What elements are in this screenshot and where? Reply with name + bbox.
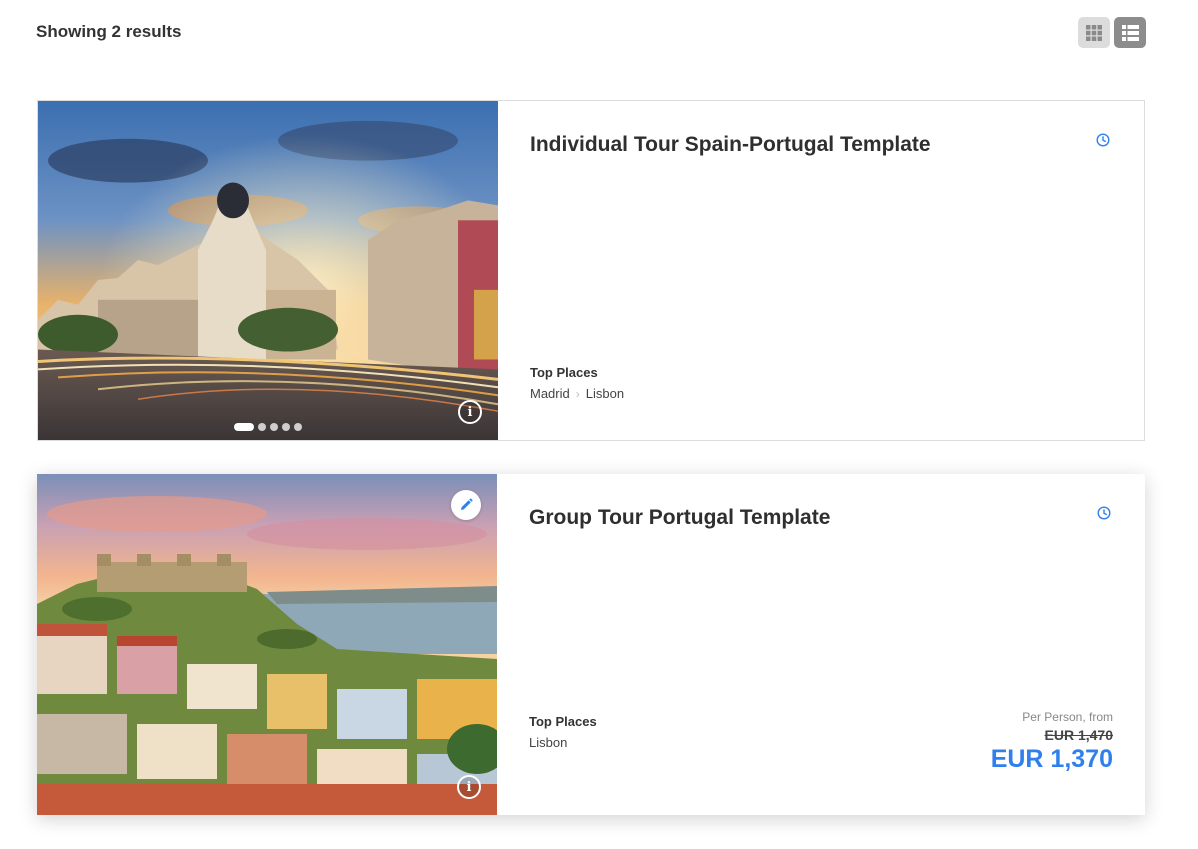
chevron-right-icon: ›	[575, 386, 580, 401]
carousel-dots	[234, 423, 302, 431]
carousel-dot[interactable]	[270, 423, 278, 431]
pencil-icon	[461, 498, 473, 510]
info-icon[interactable]: i	[457, 775, 481, 799]
places-route: Lisbon	[529, 735, 597, 750]
original-price: EUR 1,470	[1044, 727, 1113, 743]
place-name: Lisbon	[585, 386, 625, 401]
clock-icon[interactable]	[1096, 133, 1110, 147]
price-box: Per Person, from EUR 1,470 EUR 1,370	[991, 710, 1113, 774]
grid-view-button[interactable]	[1078, 17, 1110, 48]
top-places: Top Places Lisbon	[529, 714, 597, 750]
place-name: Madrid	[530, 386, 570, 401]
place-name: Lisbon	[529, 735, 568, 750]
list-view-button[interactable]	[1114, 17, 1146, 48]
view-toggle	[1078, 17, 1146, 48]
list-icon	[1121, 24, 1139, 41]
info-icon[interactable]: i	[458, 400, 482, 424]
edit-button[interactable]	[451, 490, 481, 520]
price-note: Per Person, from	[1022, 710, 1113, 724]
tour-title[interactable]: Group Tour Portugal Template	[529, 506, 830, 530]
tour-title[interactable]: Individual Tour Spain-Portugal Template	[530, 133, 931, 157]
carousel-dot[interactable]	[294, 423, 302, 431]
top-places-label: Top Places	[530, 365, 598, 380]
tour-card[interactable]: i Individual Tour Spain-Portugal Templat…	[37, 100, 1145, 441]
results-count: Showing 2 results	[36, 22, 182, 41]
carousel-dot[interactable]	[258, 423, 266, 431]
places-route: Madrid › Lisbon	[530, 386, 624, 401]
tour-details: Group Tour Portugal Template Top Places …	[497, 474, 1145, 815]
top-places: Top Places Madrid › Lisbon	[530, 365, 624, 401]
carousel-dot[interactable]	[234, 423, 254, 431]
tour-details: Individual Tour Spain-Portugal Template …	[498, 101, 1144, 440]
carousel-dot[interactable]	[282, 423, 290, 431]
tour-image-lisbon[interactable]: i	[37, 474, 497, 815]
clock-icon[interactable]	[1097, 506, 1111, 520]
tour-image-madrid[interactable]: i	[38, 101, 498, 440]
top-places-label: Top Places	[529, 714, 597, 729]
tour-card[interactable]: i Group Tour Portugal Template Top Place…	[37, 474, 1145, 815]
grid-icon	[1086, 24, 1102, 41]
current-price: EUR 1,370	[990, 745, 1113, 773]
